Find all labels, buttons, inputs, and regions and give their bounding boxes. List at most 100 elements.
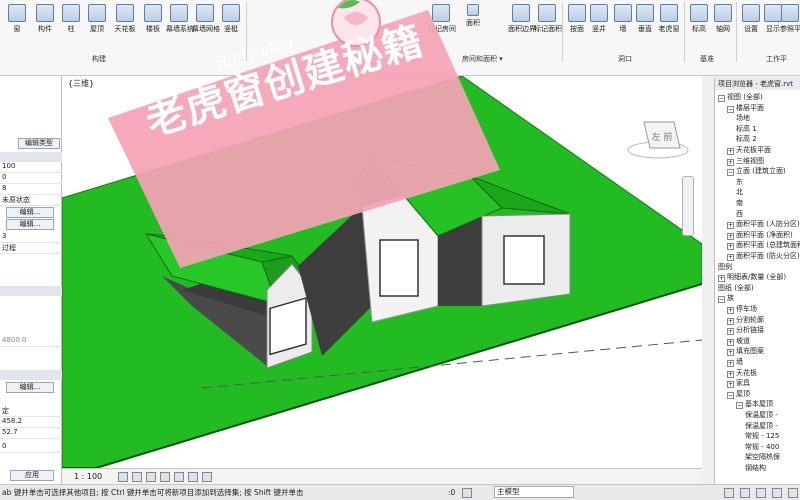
collapse-icon[interactable]: − — [727, 391, 734, 399]
browser-tree-node[interactable]: 保温屋顶 - — [745, 421, 778, 432]
browser-tree-node[interactable]: 保温屋顶 - — [745, 410, 778, 421]
prop-row[interactable]: 未原状态 — [0, 195, 62, 206]
browser-tree-node[interactable]: 架空隔热保 — [745, 452, 780, 463]
level-tool[interactable]: 标高 — [686, 4, 712, 34]
expand-icon[interactable]: + — [727, 349, 734, 357]
browser-tree-node[interactable]: + 面积平面 (总建筑面积) — [727, 240, 800, 251]
expand-icon[interactable]: + — [727, 243, 734, 251]
select-links-icon[interactable] — [724, 488, 734, 498]
expand-icon[interactable]: + — [727, 370, 734, 378]
prop-row[interactable]: 8 — [0, 184, 62, 195]
worksets-icon[interactable] — [462, 488, 472, 498]
select-pinned-icon[interactable] — [756, 488, 766, 498]
browser-tree-node[interactable]: + 三维视图 — [727, 156, 764, 167]
select-by-face-icon[interactable] — [772, 488, 782, 498]
expand-icon[interactable]: + — [727, 254, 734, 261]
prop-row[interactable]: 458.2 — [0, 417, 62, 428]
browser-tree-node[interactable]: 场地 — [736, 113, 750, 124]
browser-tree-node[interactable]: 图例 — [718, 262, 732, 273]
prop-row[interactable]: 52.7 — [0, 428, 62, 439]
model-selector[interactable]: 主模型 — [494, 486, 574, 498]
shadows-icon[interactable] — [160, 472, 170, 482]
navigation-bar[interactable] — [682, 176, 694, 236]
expand-icon[interactable]: + — [727, 158, 734, 166]
expand-icon[interactable]: + — [727, 317, 734, 325]
browser-tree-node[interactable]: 图纸 (全部) — [718, 283, 754, 294]
prop-row[interactable]: 过程 — [0, 243, 62, 254]
browser-tree-node[interactable]: 西 — [736, 209, 743, 220]
expand-icon[interactable]: + — [727, 307, 734, 314]
browser-tree-node[interactable]: 标高 1 — [736, 124, 757, 135]
edit-button[interactable]: 编辑... — [6, 219, 54, 230]
viewcube[interactable]: 左 前 — [627, 121, 689, 159]
filter-icon[interactable] — [788, 488, 798, 498]
edit-button[interactable]: 编辑... — [6, 382, 54, 393]
prop-row[interactable]: 0 — [0, 173, 62, 184]
vertical-tool[interactable]: 垂直 — [632, 4, 658, 34]
expand-icon[interactable]: + — [727, 222, 734, 230]
expand-icon[interactable]: + — [727, 381, 734, 389]
prop-row[interactable]: 0 — [0, 442, 62, 453]
browser-tree-node[interactable]: 东 — [736, 177, 743, 188]
render-icon[interactable] — [174, 472, 184, 482]
browser-tree-node[interactable]: + 填充图案 — [727, 346, 764, 357]
browser-tree-node[interactable]: + 面积平面 (人防分区) — [727, 219, 800, 230]
expand-icon[interactable]: + — [727, 148, 734, 155]
browser-tree-node[interactable]: − 楼层平面 — [727, 103, 764, 114]
collapse-icon[interactable]: − — [736, 402, 743, 410]
browser-tree-node[interactable]: + 明细表/数量 (全部) — [718, 272, 786, 283]
browser-tree-node[interactable]: + 天花板 — [727, 368, 757, 379]
browser-tree-node[interactable]: − 立面 (建筑立面) — [727, 166, 786, 177]
browser-tree-node[interactable]: + 家具 — [727, 378, 750, 389]
browser-tree-node[interactable]: + 停车场 — [727, 304, 757, 315]
column-tool[interactable]: 柱 — [58, 4, 84, 34]
grid-tool[interactable]: 轴网 — [710, 4, 736, 34]
expand-icon[interactable]: + — [727, 338, 734, 346]
expand-icon[interactable]: + — [727, 328, 734, 336]
select-underlay-icon[interactable] — [740, 488, 750, 498]
shaft-tool[interactable]: 竖井 — [586, 4, 612, 34]
browser-tree-node[interactable]: 钢结构 — [745, 463, 766, 474]
collapse-icon[interactable]: − — [727, 169, 734, 177]
dormer-tool[interactable]: 老虎窗 — [656, 4, 682, 34]
browser-tree-node[interactable]: + 面积平面 (防火分区) — [727, 251, 800, 262]
area-boundary-tool[interactable]: 面积边界 — [508, 4, 536, 34]
browser-tree-node[interactable]: 北 — [736, 187, 743, 198]
lock-view-icon[interactable] — [188, 472, 198, 482]
browser-tree-node[interactable]: 南 — [736, 198, 743, 209]
crop-icon[interactable] — [202, 472, 212, 482]
browser-tree-node[interactable]: + 坡道 — [727, 336, 750, 347]
browser-tree-node[interactable]: 常规 - 400 — [745, 442, 779, 453]
browser-tree-node[interactable]: + 面积平面 (净面积) — [727, 230, 793, 241]
expand-icon[interactable]: + — [727, 232, 734, 240]
detail-level-icon[interactable] — [118, 472, 128, 482]
expand-icon[interactable]: + — [718, 275, 725, 283]
view-scale[interactable]: 1 : 100 — [74, 472, 102, 481]
edit-type-button[interactable]: 编辑类型 — [18, 138, 60, 149]
window-tool[interactable]: 窗 — [4, 4, 30, 34]
tag-area-tool[interactable]: 标记面积 — [534, 4, 562, 34]
prop-row[interactable]: 3 — [0, 232, 62, 243]
browser-tree-node[interactable]: + 分割轮廓 — [727, 315, 764, 326]
edit-button[interactable]: 编辑... — [6, 207, 54, 218]
collapse-icon[interactable]: − — [718, 296, 725, 304]
component-tool[interactable]: 构件 — [32, 4, 58, 34]
browser-tree-node[interactable]: − 基本屋顶 — [736, 399, 773, 410]
browser-tree-node[interactable]: + 墙 — [727, 357, 743, 368]
visual-style-icon[interactable] — [132, 472, 142, 482]
prop-row[interactable]: 4800.0 — [0, 336, 62, 347]
sun-path-icon[interactable] — [146, 472, 156, 482]
browser-tree-node[interactable]: 标高 2 — [736, 134, 757, 145]
apply-button[interactable]: 应用 — [10, 470, 54, 481]
expand-icon[interactable]: + — [727, 360, 734, 367]
browser-tree-node[interactable]: − 族 — [718, 293, 734, 304]
browser-tree-node[interactable]: + 分析链接 — [727, 325, 764, 336]
browser-tree-node[interactable]: + 天花板平面 — [727, 145, 771, 156]
view-tab-label[interactable]: {三维} — [62, 78, 94, 90]
browser-tree-node[interactable]: − 屋顶 — [727, 389, 750, 400]
collapse-icon[interactable]: − — [718, 95, 725, 102]
prop-row[interactable]: 100 — [0, 162, 62, 173]
browser-tree-node[interactable]: − 视图 (全部) — [718, 92, 763, 103]
browser-tree-node[interactable]: 常规 - 125 — [745, 431, 779, 442]
prop-row[interactable]: 定 — [0, 406, 62, 417]
